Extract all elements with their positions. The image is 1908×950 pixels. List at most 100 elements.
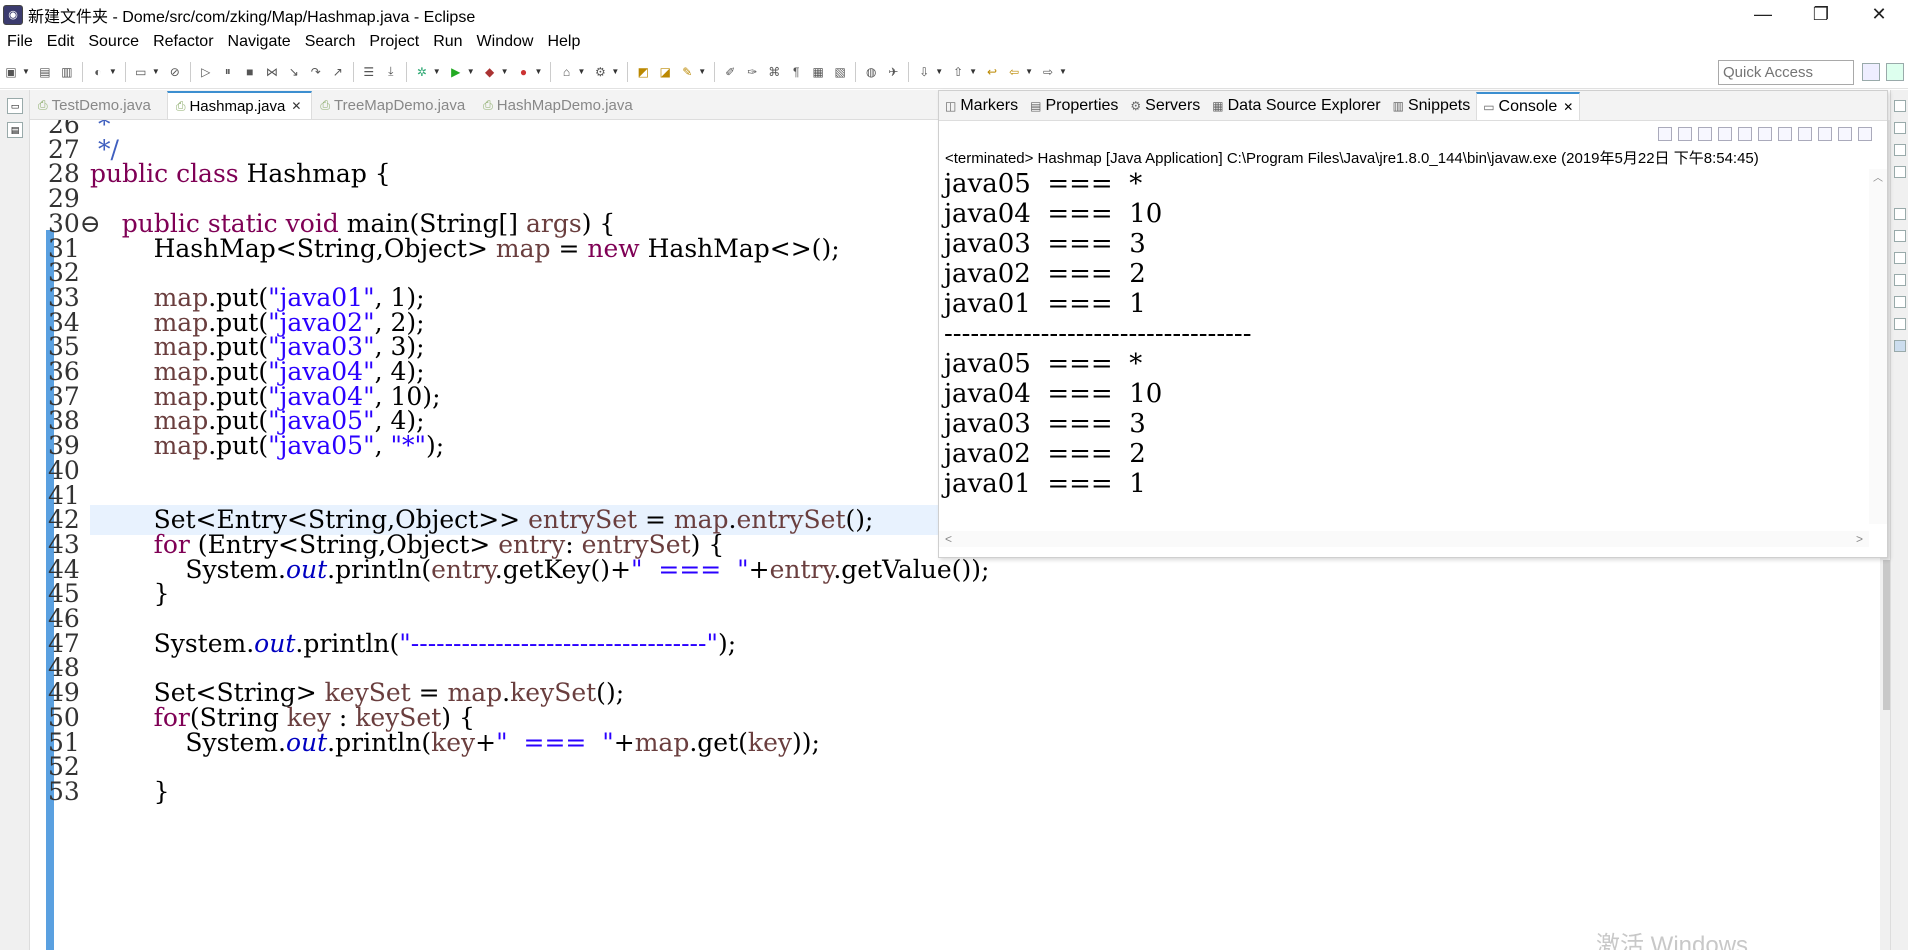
show-whitespace-icon[interactable]: ¶ xyxy=(788,64,804,80)
toggle-breadcrumb-icon[interactable]: ✑ xyxy=(744,64,760,80)
toggle-mark-occurrences-icon[interactable]: ✐ xyxy=(722,64,738,80)
word-wrap-icon[interactable]: ▦ xyxy=(810,64,826,80)
remove-all-terminated-icon[interactable] xyxy=(1698,127,1712,141)
open-console-icon[interactable] xyxy=(1858,127,1872,141)
view-tab-markers[interactable]: ◫ Markers xyxy=(939,92,1024,120)
suspend-icon[interactable]: ⏸ xyxy=(220,64,236,80)
close-window-button[interactable]: ✕ xyxy=(1850,0,1908,29)
step-over-icon[interactable]: ↷ xyxy=(308,64,324,80)
view-tab-servers[interactable]: ⚙ Servers xyxy=(1124,92,1206,120)
dropdown-icon[interactable]: ▼ xyxy=(152,67,160,76)
view-tab-snippets[interactable]: ▥ Snippets xyxy=(1387,92,1477,120)
previous-annotation-icon[interactable]: ⇧ xyxy=(950,64,966,80)
view-tab-data-source-explorer[interactable]: ▦ Data Source Explorer xyxy=(1206,92,1386,120)
dropdown-icon[interactable]: ▼ xyxy=(611,67,619,76)
open-type-icon[interactable]: ◩ xyxy=(635,64,651,80)
problems-icon[interactable] xyxy=(1894,166,1906,178)
show-on-error-icon[interactable] xyxy=(1798,127,1812,141)
display-console-icon[interactable] xyxy=(1838,127,1852,141)
dropdown-icon[interactable]: ▼ xyxy=(935,67,943,76)
minimize-button[interactable]: — xyxy=(1734,0,1792,29)
clear-console-icon[interactable] xyxy=(1718,127,1732,141)
dropdown-icon[interactable]: ▼ xyxy=(109,67,117,76)
terminate-icon[interactable]: ■ xyxy=(242,64,258,80)
bookmarks-icon[interactable] xyxy=(1894,274,1906,286)
console-icon[interactable] xyxy=(1894,340,1906,352)
forward-icon[interactable]: ⇨ xyxy=(1040,64,1056,80)
menu-window[interactable]: Window xyxy=(470,33,541,51)
menu-project[interactable]: Project xyxy=(362,33,426,51)
task-list-icon[interactable] xyxy=(1894,144,1906,156)
coverage-icon[interactable]: ◆ xyxy=(482,64,498,80)
close-tab-icon[interactable]: ✕ xyxy=(291,99,301,113)
new-java-package-icon[interactable]: ⚙ xyxy=(592,64,608,80)
javadoc-icon[interactable] xyxy=(1894,230,1906,242)
dropdown-icon[interactable]: ▼ xyxy=(577,67,585,76)
editor-tab-hashmapdemo[interactable]: ⎙ HashMapDemo.java xyxy=(475,91,643,119)
use-step-filters-icon[interactable]: ☰ xyxy=(361,64,377,80)
remove-launch-icon[interactable] xyxy=(1678,127,1692,141)
view-tab-properties[interactable]: ▤ Properties xyxy=(1024,92,1124,120)
console-output[interactable]: java05 === * java04 === 10 java03 === 3 jav… xyxy=(944,169,1869,524)
console-horizontal-scrollbar[interactable]: < > xyxy=(939,531,1869,547)
search-icon[interactable]: ✎ xyxy=(679,64,695,80)
skip-breakpoints-icon[interactable]: ⊘ xyxy=(167,64,183,80)
dropdown-icon[interactable]: ▼ xyxy=(698,67,706,76)
menu-source[interactable]: Source xyxy=(81,33,146,51)
debug-perspective-icon[interactable]: ◐ xyxy=(90,64,106,80)
drop-to-frame-icon[interactable]: ⤓ xyxy=(383,64,399,80)
editor-tab-testdemo[interactable]: ⎙ TestDemo.java xyxy=(30,91,161,119)
dropdown-icon[interactable]: ▼ xyxy=(1059,67,1067,76)
terminal-icon[interactable]: ▭ xyxy=(133,64,149,80)
code-line[interactable]: 53 } xyxy=(30,777,1850,807)
back-icon[interactable]: ⇦ xyxy=(1006,64,1022,80)
restore-icon[interactable]: ▭ xyxy=(7,98,23,114)
next-annotation-icon[interactable]: ⇩ xyxy=(916,64,932,80)
pin-console-icon[interactable] xyxy=(1818,127,1832,141)
restore-icon[interactable] xyxy=(1894,208,1906,220)
package-explorer-icon[interactable]: ▤ xyxy=(7,122,23,138)
outline-icon[interactable] xyxy=(1894,122,1906,134)
java-perspective-icon[interactable] xyxy=(1886,63,1904,81)
restore-icon[interactable] xyxy=(1894,100,1906,112)
scroll-right-icon[interactable]: > xyxy=(1856,532,1863,546)
show-on-output-icon[interactable] xyxy=(1778,127,1792,141)
last-edit-location-icon[interactable]: ↩ xyxy=(984,64,1000,80)
step-into-icon[interactable]: ↘ xyxy=(286,64,302,80)
scroll-left-icon[interactable]: < xyxy=(945,532,952,546)
menu-run[interactable]: Run xyxy=(426,33,469,51)
terminate-icon[interactable] xyxy=(1658,127,1672,141)
dropdown-icon[interactable]: ▼ xyxy=(535,67,543,76)
menu-refactor[interactable]: Refactor xyxy=(146,33,220,51)
open-perspective-icon[interactable] xyxy=(1862,63,1880,81)
data-source-icon[interactable] xyxy=(1894,296,1906,308)
scrollbar-thumb[interactable] xyxy=(1883,560,1890,710)
console-vertical-scrollbar[interactable]: ︿ xyxy=(1869,169,1887,524)
save-all-icon[interactable]: ▥ xyxy=(59,64,75,80)
editor-tab-hashmap[interactable]: ⎙ Hashmap.java ✕ xyxy=(166,91,313,119)
menu-search[interactable]: Search xyxy=(298,33,363,51)
menu-edit[interactable]: Edit xyxy=(40,33,82,51)
menu-navigate[interactable]: Navigate xyxy=(221,33,298,51)
open-task-icon[interactable]: ◪ xyxy=(657,64,673,80)
maximize-button[interactable]: ❐ xyxy=(1792,0,1850,29)
new-icon[interactable]: ▣ xyxy=(3,64,19,80)
menu-help[interactable]: Help xyxy=(540,33,587,51)
menu-file[interactable]: File xyxy=(0,33,40,51)
view-tab-console[interactable]: ▭ Console ✕ xyxy=(1476,92,1581,120)
globe-icon[interactable]: ◍ xyxy=(863,64,879,80)
resume-icon[interactable]: ▷ xyxy=(198,64,214,80)
quick-access-input[interactable] xyxy=(1718,60,1854,85)
search-view-icon[interactable] xyxy=(1894,318,1906,330)
block-selection-icon[interactable]: ⌘ xyxy=(766,64,782,80)
save-icon[interactable]: ▤ xyxy=(37,64,53,80)
dropdown-icon[interactable]: ▼ xyxy=(501,67,509,76)
annotation-icon[interactable]: ▧ xyxy=(832,64,848,80)
dropdown-icon[interactable]: ▼ xyxy=(433,67,441,76)
run-icon[interactable]: ▶ xyxy=(448,64,464,80)
scroll-lock-icon[interactable] xyxy=(1738,127,1752,141)
new-java-project-icon[interactable]: ⌂ xyxy=(558,64,574,80)
web-browser-icon[interactable]: ✈ xyxy=(885,64,901,80)
dropdown-icon[interactable]: ▼ xyxy=(1025,67,1033,76)
editor-tab-treemapdemo[interactable]: ⎙ TreeMapDemo.java xyxy=(312,91,475,119)
